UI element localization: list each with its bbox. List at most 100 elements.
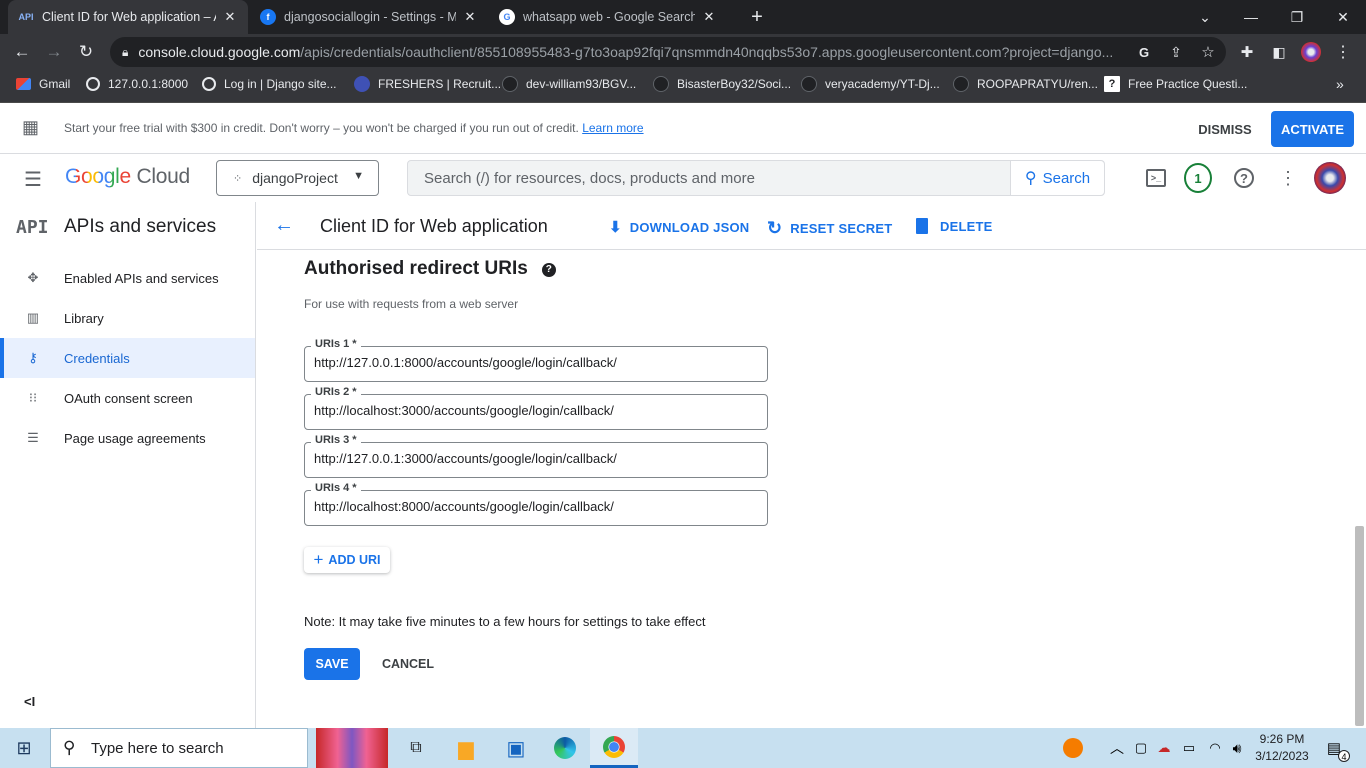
more-options-icon[interactable]: ⋮ — [1274, 164, 1302, 192]
reload-icon[interactable]: ↻ — [73, 39, 99, 65]
new-tab-icon[interactable]: + — [734, 0, 780, 34]
bookmark-gmail[interactable]: Gmail — [16, 70, 70, 98]
cortana-banner-icon[interactable] — [316, 728, 388, 768]
bookmark-star-icon[interactable]: ☆ — [1195, 39, 1221, 65]
windows-start-icon[interactable]: ⊞ — [12, 736, 36, 760]
extensions-icon[interactable]: ✚ — [1234, 39, 1260, 65]
dismiss-button[interactable]: DISMISS — [1188, 113, 1262, 145]
bookmark-github-4[interactable]: ROOPAPRATYU/ren... — [953, 70, 1098, 98]
tab-whatsapp-search[interactable]: G whatsapp web - Google Search ✕ — [489, 0, 727, 34]
activate-button[interactable]: ACTIVATE — [1271, 111, 1354, 147]
learn-more-link[interactable]: Learn more — [582, 121, 643, 135]
bookmark-github-1[interactable]: dev-william93/BGV... — [502, 70, 636, 98]
wifi-icon[interactable]: ◠ — [1203, 736, 1227, 760]
download-json-button[interactable]: ⬇ DOWNLOAD JSON — [609, 218, 749, 236]
more-bookmarks-icon[interactable]: » — [1336, 70, 1344, 98]
search-button[interactable]: ⚲ Search — [1010, 161, 1104, 195]
store-icon[interactable]: ▣ — [504, 736, 528, 760]
minimize-icon[interactable]: — — [1228, 0, 1274, 34]
bookmark-django-login[interactable]: Log in | Django site... — [202, 70, 337, 98]
volume-icon[interactable]: 🔊︎ — [1225, 736, 1249, 760]
uri-field-2[interactable]: URIs 2 * — [304, 386, 768, 430]
question-icon: ? — [1104, 76, 1120, 92]
restore-icon[interactable]: ❐ — [1274, 0, 1320, 34]
window-close-icon[interactable]: ✕ — [1320, 0, 1366, 34]
collapse-sidebar-icon[interactable]: <I — [24, 694, 35, 709]
page-header: ← Client ID for Web application ⬇ DOWNLOA… — [257, 202, 1366, 250]
tab-title: djangosociallogin - Settings - Me — [284, 10, 456, 24]
sidebar-item-enabled-apis[interactable]: ✥ Enabled APIs and services — [0, 258, 255, 298]
settings-list-icon: ☰ — [27, 430, 39, 445]
back-arrow-icon[interactable]: ← — [274, 214, 294, 237]
account-avatar[interactable] — [1313, 161, 1347, 195]
tab-search-chevron-icon[interactable]: ⌄ — [1182, 0, 1228, 34]
edge-icon[interactable] — [553, 736, 577, 760]
sidebar-item-credentials[interactable]: ⚷ Credentials — [0, 338, 255, 378]
help-icon[interactable]: ? — [1230, 164, 1258, 192]
task-view-icon[interactable]: ⧉ — [404, 736, 428, 760]
close-tab-icon[interactable]: ✕ — [701, 9, 717, 25]
onedrive-icon[interactable]: ☁ — [1152, 736, 1176, 760]
share-icon[interactable]: ⇪ — [1163, 39, 1189, 65]
sidebar: API APIs and services ✥ Enabled APIs and … — [0, 202, 256, 728]
uri-field-1[interactable]: URIs 1 * — [304, 338, 768, 382]
bookmark-github-2[interactable]: BisasterBoy32/Soci... — [653, 70, 791, 98]
section-subtitle: For use with requests from a web server — [304, 297, 519, 311]
help-circle-icon[interactable]: ? — [541, 263, 556, 277]
uri-input[interactable] — [314, 451, 754, 466]
show-hidden-icons[interactable]: ︿ — [1105, 736, 1129, 760]
uri-field-4[interactable]: URIs 4 * — [304, 482, 768, 526]
search-input[interactable]: Search (/) for resources, docs, products… — [424, 170, 755, 187]
address-bar[interactable]: 🔒︎ console.cloud.google.com /apis/creden… — [110, 37, 1226, 67]
scrollbar[interactable] — [1355, 526, 1364, 726]
sidebar-item-library[interactable]: ▥ Library — [0, 298, 255, 338]
project-name: djangoProject — [252, 170, 338, 186]
close-tab-icon[interactable]: ✕ — [222, 9, 238, 25]
lock-icon: 🔒︎ — [122, 44, 129, 59]
close-tab-icon[interactable]: ✕ — [462, 9, 478, 25]
reset-secret-button[interactable]: ↻ RESET SECRET — [767, 218, 892, 239]
tab-client-id[interactable]: API Client ID for Web application – A ✕ — [8, 0, 248, 34]
chrome-taskbar-button[interactable] — [590, 728, 638, 768]
uri-input[interactable] — [314, 499, 754, 514]
profile-avatar[interactable] — [1298, 39, 1324, 65]
notifications-badge[interactable]: 1 — [1184, 163, 1212, 193]
bookmark-github-3[interactable]: veryacademy/YT-Dj... — [801, 70, 940, 98]
chrome-menu-icon[interactable]: ⋮ — [1330, 39, 1356, 65]
back-icon[interactable]: ← — [9, 39, 35, 65]
taskbar-search[interactable]: ⚲ Type here to search — [50, 728, 308, 768]
bookmark-practice[interactable]: ? Free Practice Questi... — [1104, 70, 1247, 98]
github-icon — [953, 76, 969, 92]
download-icon: ⬇ — [609, 219, 622, 236]
dropdown-arrow-icon: ▼ — [353, 170, 364, 182]
battery-icon[interactable]: ▭ — [1177, 736, 1201, 760]
google-cloud-logo[interactable]: Google Cloud — [65, 165, 190, 189]
cancel-button[interactable]: CANCEL — [376, 648, 440, 680]
cloud-shell-icon[interactable]: >_ — [1142, 164, 1170, 192]
sidebar-item-oauth-consent[interactable]: ⁝⁝ OAuth consent screen — [0, 378, 255, 418]
sidebar-item-page-usage[interactable]: ☰ Page usage agreements — [0, 418, 255, 458]
side-panel-icon[interactable]: ◧ — [1266, 39, 1292, 65]
uri-field-3[interactable]: URIs 3 * — [304, 434, 768, 478]
save-button[interactable]: SAVE — [304, 648, 360, 680]
hamburger-menu-icon[interactable]: ☰ — [24, 167, 42, 192]
project-picker[interactable]: ⁘ djangoProject ▼ — [216, 160, 379, 196]
bookmark-localhost[interactable]: 127.0.0.1:8000 — [86, 70, 188, 98]
github-icon — [801, 76, 817, 92]
delete-button[interactable]: DELETE — [916, 218, 992, 234]
uri-input[interactable] — [314, 355, 754, 370]
action-center-icon[interactable]: ▤ 4 — [1322, 736, 1350, 762]
plus-icon: + — [313, 550, 324, 569]
forward-icon[interactable]: → — [41, 39, 67, 65]
search-bar[interactable]: Search (/) for resources, docs, products… — [407, 160, 1105, 196]
taskbar-search-input[interactable]: Type here to search — [91, 740, 224, 757]
weather-icon[interactable] — [1061, 736, 1085, 760]
meet-now-icon[interactable]: ▢ — [1129, 736, 1153, 760]
uri-input[interactable] — [314, 403, 754, 418]
system-clock[interactable]: 9:26 PM 3/12/2023 — [1252, 731, 1312, 765]
file-explorer-icon[interactable]: ▆ — [454, 736, 478, 760]
bookmark-freshers[interactable]: FRESHERS | Recruit... — [354, 70, 501, 98]
add-uri-button[interactable]: + ADD URI — [304, 547, 390, 573]
google-lens-icon[interactable]: G — [1131, 39, 1157, 65]
tab-djangosociallogin[interactable]: f djangosociallogin - Settings - Me ✕ — [250, 0, 488, 34]
